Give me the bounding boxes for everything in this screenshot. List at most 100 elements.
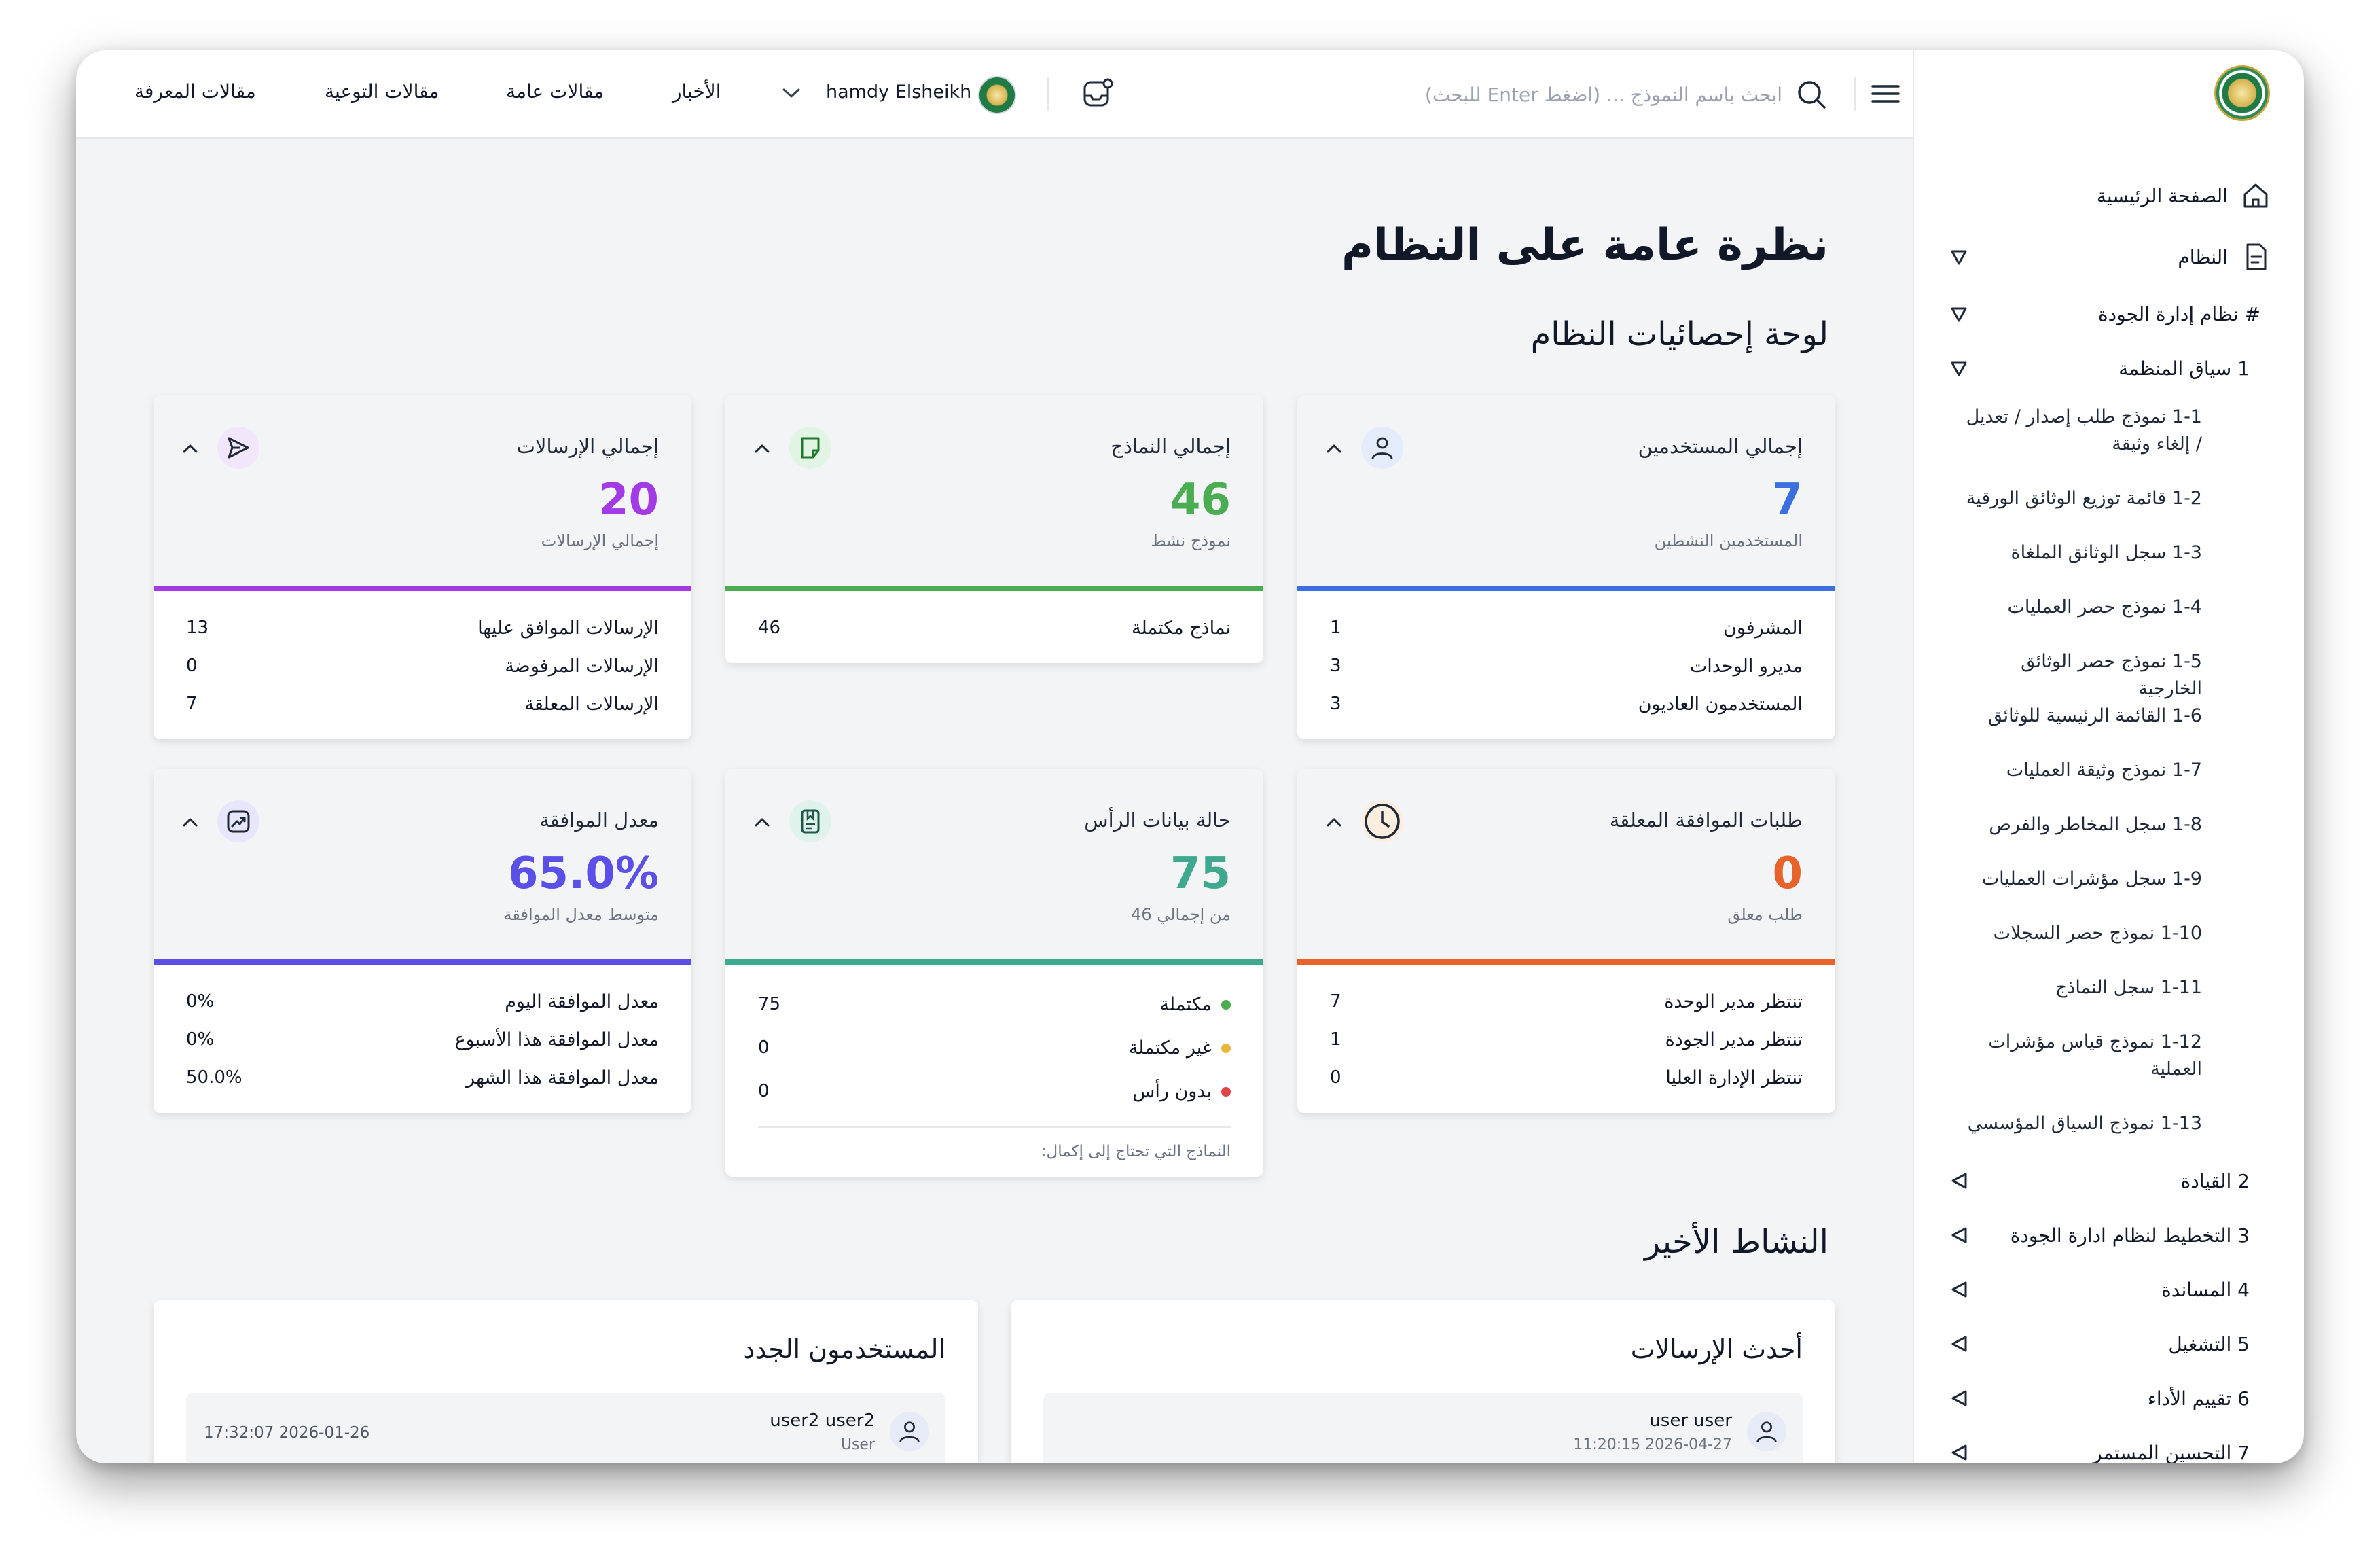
card-accent-bar	[1297, 959, 1835, 965]
card-title: إجمالي المستخدمين	[1638, 435, 1803, 458]
card-total-users: إجمالي المستخدمين 7 المستخدمين النشطين ا…	[1297, 395, 1835, 739]
card-accent-bar	[154, 959, 691, 965]
sidebar-item-planning[interactable]: 3 التخطيط لنظام ادارة الجودة	[1914, 1215, 2304, 1256]
sidebar-item-label: # نظام إدارة الجودة	[2098, 302, 2260, 325]
sidebar-item-leadership[interactable]: 2 القيادة	[1914, 1160, 2304, 1201]
app-window: مقالات المعرفة مقالات التوعية مقالات عام…	[76, 50, 2304, 1463]
top-bar: مقالات المعرفة مقالات التوعية مقالات عام…	[76, 50, 1914, 139]
chevron-up-icon[interactable]	[1323, 811, 1345, 833]
chevron-up-icon[interactable]	[179, 811, 201, 833]
status-dot	[1221, 1087, 1231, 1097]
card-subtitle: من إجمالي 46	[1131, 905, 1231, 924]
organization-logo[interactable]	[2214, 65, 2270, 121]
clock-icon	[1361, 800, 1403, 842]
sidebar-item-qms[interactable]: # نظام إدارة الجودة	[1914, 295, 2304, 333]
status-dot	[1221, 1000, 1231, 1010]
chevron-left-icon[interactable]	[1948, 1387, 1970, 1409]
user-avatar-icon	[890, 1412, 929, 1451]
chevron-down-icon[interactable]	[1948, 246, 1970, 268]
search-icon[interactable]	[1795, 77, 1830, 113]
card-value: 46	[1170, 475, 1231, 525]
sidebar-item-home[interactable]: الصفحة الرئيسية	[1914, 175, 2304, 216]
sidebar-subitem[interactable]: 1-10 نموذج حصر السجلات	[1958, 920, 2202, 947]
chevron-up-icon[interactable]	[751, 438, 773, 459]
stat-row: نماذج مكتملة 46	[758, 617, 1231, 639]
nav-link-knowledge-articles[interactable]: مقالات المعرفة	[134, 80, 256, 103]
notifications-icon[interactable]	[1079, 75, 1117, 113]
sidebar-subitem[interactable]: 1-5 نموذج حصر الوثائق الخارجية	[1958, 648, 2202, 703]
sidebar-item-system[interactable]: النظام	[1914, 236, 2304, 277]
sidebar-item-label: 6 تقييم الأداء	[2147, 1387, 2250, 1410]
card-approval-rate: معدل الموافقة 65.0% متوسط معدل الموافقة …	[154, 769, 691, 1113]
stat-row: معدل الموافقة هذا الأسبوع 0%	[186, 1029, 659, 1050]
stat-row: الإرسالات المرفوضة 0	[186, 655, 659, 677]
user-icon	[1361, 427, 1403, 469]
document-icon	[2240, 241, 2271, 272]
card-title: حالة بيانات الرأس	[1084, 808, 1231, 832]
activity-item[interactable]: user2 user2 User 17:32:07 2026-01-26	[186, 1393, 945, 1463]
sidebar-item-continuous-improvement[interactable]: 7 التحسين المستمر	[1914, 1432, 2304, 1463]
sidebar-item-label: الصفحة الرئيسية	[2096, 184, 2228, 207]
sidebar-item-label: 1 سياق المنظمة	[2118, 357, 2250, 380]
card-subtitle: إجمالي الإرسالات	[541, 531, 659, 550]
nav-link-awareness-articles[interactable]: مقالات التوعية	[325, 80, 439, 103]
sidebar-item-performance-evaluation[interactable]: 6 تقييم الأداء	[1914, 1378, 2304, 1419]
card-value: 75	[1170, 849, 1231, 899]
stat-row: بدون رأس 0	[758, 1069, 1231, 1113]
chevron-down-icon[interactable]	[1948, 357, 1970, 379]
card-accent-bar	[154, 586, 691, 591]
sidebar-subitem[interactable]: 1-9 سجل مؤشرات العمليات	[1958, 866, 2202, 893]
card-title: إجمالي النماذج	[1111, 435, 1231, 458]
sidebar-subitem[interactable]: 1-13 نموذج السياق المؤسسي	[1958, 1110, 2202, 1137]
chevron-up-icon[interactable]	[179, 438, 201, 459]
chevron-up-icon[interactable]	[1323, 438, 1345, 459]
bookmark-document-icon	[789, 800, 831, 842]
home-icon	[2240, 180, 2271, 211]
sidebar-item-support[interactable]: 4 المساندة	[1914, 1269, 2304, 1310]
sidebar-subitem[interactable]: 1-3 سجل الوثائق الملغاة	[1958, 539, 2202, 567]
nav-link-general-articles[interactable]: مقالات عامة	[506, 80, 604, 103]
user-avatar-icon	[1747, 1412, 1786, 1451]
latest-submissions-panel: أحدث الإرسالات user user 11:20:15 2026-0…	[1011, 1300, 1835, 1463]
chevron-up-icon[interactable]	[751, 811, 773, 833]
chevron-down-icon[interactable]	[1948, 303, 1970, 325]
sidebar-item-label: 3 التخطيط لنظام ادارة الجودة	[2010, 1224, 2250, 1247]
sidebar-subitem[interactable]: 1-7 نموذج وثيقة العمليات	[1958, 757, 2202, 784]
user-avatar[interactable]	[978, 76, 1016, 114]
user-menu-chevron-icon[interactable]	[780, 82, 803, 105]
trend-chart-icon	[217, 800, 259, 842]
note-icon	[789, 427, 831, 469]
sidebar-item-label: 4 المساندة	[2161, 1278, 2250, 1301]
sidebar-item-label: النظام	[2178, 245, 2228, 268]
stat-row: معدل الموافقة هذا الشهر 50.0%	[186, 1067, 659, 1088]
card-subtitle: نموذج نشط	[1151, 531, 1231, 550]
user-name[interactable]: hamdy Elsheikh	[826, 82, 971, 103]
sidebar-subitem[interactable]: 1-6 القائمة الرئيسية للوثائق	[1958, 703, 2202, 730]
card-title: معدل الموافقة	[539, 808, 659, 832]
nav-link-news[interactable]: الأخبار	[672, 80, 721, 103]
chevron-left-icon[interactable]	[1948, 1224, 1970, 1246]
card-total-submissions: إجمالي الإرسالات 20 إجمالي الإرسالات الإ…	[154, 395, 691, 739]
sidebar-subitem[interactable]: 1-11 سجل النماذج	[1958, 974, 2202, 1001]
sidebar-item-organization-context[interactable]: 1 سياق المنظمة	[1914, 349, 2304, 387]
stat-row: مديرو الوحدات 3	[1330, 655, 1803, 677]
stat-row: تنتظر مدير الجودة 1	[1330, 1029, 1803, 1050]
sidebar-subitem[interactable]: 1-12 نموذج قياس مؤشرات العملية	[1958, 1029, 2202, 1083]
sidebar-subitem[interactable]: 1-4 نموذج حصر العمليات	[1958, 594, 2202, 621]
sidebar-subitem[interactable]: 1-2 قائمة توزيع الوثائق الورقية	[1958, 485, 2202, 512]
menu-toggle-icon[interactable]	[1869, 79, 1902, 109]
chevron-left-icon[interactable]	[1948, 1333, 1970, 1355]
sidebar-subitem[interactable]: 1-1 نموذج طلب إصدار / تعديل / إلغاء وثيق…	[1958, 404, 2202, 458]
chevron-left-icon[interactable]	[1948, 1170, 1970, 1192]
search-input[interactable]	[1299, 75, 1784, 114]
divider	[1854, 77, 1856, 111]
chevron-left-icon[interactable]	[1948, 1442, 1970, 1463]
activity-user-role: User	[840, 1436, 875, 1453]
activity-item[interactable]: user user 11:20:15 2026-04-27	[1043, 1393, 1803, 1463]
stat-row: تنتظر الإدارة العليا 0	[1330, 1067, 1803, 1088]
chevron-left-icon[interactable]	[1948, 1279, 1970, 1300]
sidebar: الصفحة الرئيسية النظام # نظام إدارة الجو…	[1913, 50, 2304, 1463]
incomplete-forms-hint: النماذج التي تحتاج إلى إكمال:	[758, 1126, 1231, 1160]
sidebar-item-operation[interactable]: 5 التشغيل	[1914, 1323, 2304, 1364]
sidebar-subitem[interactable]: 1-8 سجل المخاطر والفرص	[1958, 811, 2202, 838]
